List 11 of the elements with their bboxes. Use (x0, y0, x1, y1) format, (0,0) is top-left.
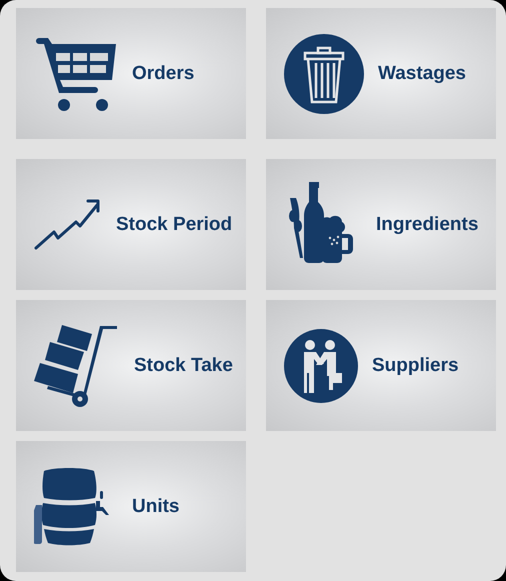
rising-chart-icon (34, 198, 102, 250)
trash-can-icon (284, 34, 364, 114)
hand-truck-icon (34, 322, 120, 408)
menu-tile[interactable]: Suppliers (266, 300, 496, 431)
menu-tile[interactable]: Stock Take (16, 300, 246, 431)
menu-tile[interactable]: Wastages (266, 8, 496, 139)
menu-tile[interactable]: Stock Period (16, 159, 246, 290)
menu-tile[interactable]: Ingredients (266, 159, 496, 290)
handshake-icon (284, 328, 358, 402)
menu-tile[interactable]: Units (16, 441, 246, 572)
menu-tile[interactable]: Orders (16, 8, 246, 139)
